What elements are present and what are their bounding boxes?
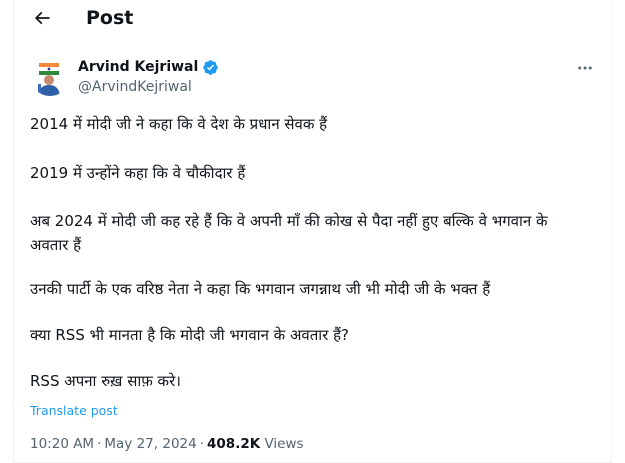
- post-text: 2014 में मोदी जी ने कहा कि वे देश के प्र…: [30, 112, 590, 416]
- more-options-button[interactable]: [571, 56, 599, 80]
- post-header: Post: [13, 0, 612, 38]
- avatar-image: [30, 56, 70, 96]
- views-count[interactable]: 408.2K: [207, 436, 260, 452]
- author-avatar[interactable]: [30, 56, 70, 96]
- translate-post-link[interactable]: Translate post: [30, 403, 118, 419]
- post-meta: 10:20 AM · May 27, 2024 · 408.2K Views: [30, 435, 304, 453]
- verified-badge-icon: [203, 59, 219, 75]
- meta-separator: ·: [97, 436, 102, 452]
- page-title: Post: [86, 7, 134, 29]
- post-time[interactable]: 10:20 AM: [30, 436, 94, 452]
- author-name-row: Arvind Kejriwal: [78, 58, 219, 76]
- post-paragraph: 2019 में उन्होंने कहा कि वे चौकीदार हैं: [30, 164, 246, 182]
- author-handle[interactable]: @ArvindKejriwal: [78, 78, 192, 96]
- post-paragraph: RSS अपना रुख़ साफ़ करे।: [30, 372, 181, 390]
- author-name[interactable]: Arvind Kejriwal: [78, 58, 198, 76]
- post-paragraph: अब 2024 में मोदी जी कह रहे हैं कि वे अपन…: [30, 212, 548, 254]
- arrow-left-icon: [34, 11, 50, 25]
- back-button[interactable]: [30, 6, 54, 30]
- post-paragraph: 2014 में मोदी जी ने कहा कि वे देश के प्र…: [30, 115, 328, 133]
- views-label: Views: [264, 436, 304, 452]
- post-date[interactable]: May 27, 2024: [104, 436, 196, 452]
- meta-separator: ·: [199, 436, 205, 452]
- more-horizontal-icon: [578, 66, 592, 70]
- post-paragraph: क्या RSS भी मानता है कि मोदी जी भगवान के…: [30, 326, 350, 344]
- post-paragraph: उनकी पार्टी के एक वरिष्ठ नेता ने कहा कि …: [30, 280, 491, 298]
